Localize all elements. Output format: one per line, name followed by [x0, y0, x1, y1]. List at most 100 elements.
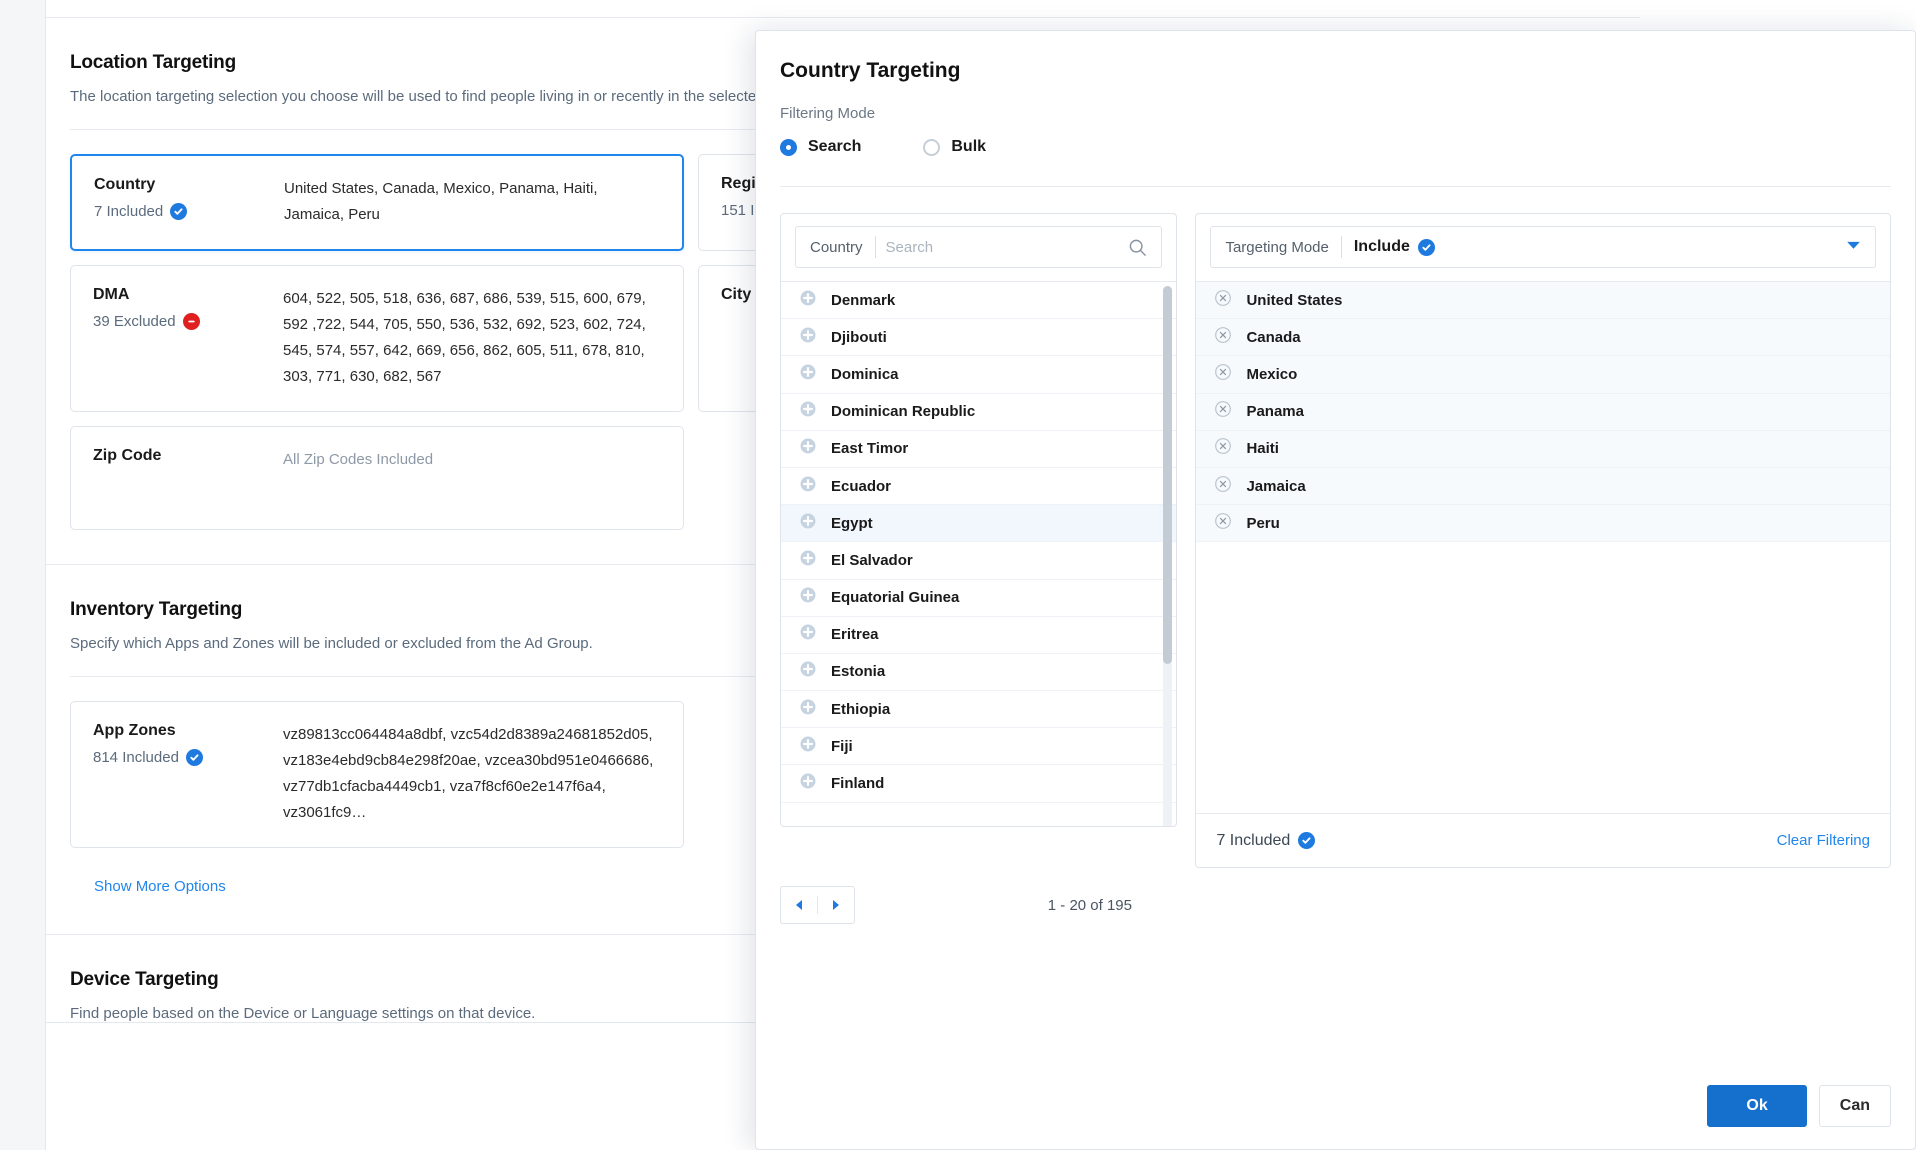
- remove-circle-icon[interactable]: [1214, 475, 1232, 498]
- scrollbar-thumb[interactable]: [1163, 286, 1173, 664]
- targeting-mode-dropdown[interactable]: Targeting Mode Include: [1210, 226, 1876, 268]
- country-card-status: 7 Included: [94, 203, 284, 220]
- selected-country-row[interactable]: Panama: [1196, 393, 1890, 431]
- dma-card[interactable]: DMA 39 Excluded 604, 522, 505, 518, 636,…: [70, 264, 684, 412]
- add-circle-icon[interactable]: [799, 549, 817, 572]
- check-badge-icon: [170, 203, 188, 220]
- zipcode-card-title: Zip Code: [93, 446, 162, 464]
- budget-row: $ 500,000 ∞ $ 20,000,000 ∞: [46, 0, 1640, 17]
- available-country-label: Fiji: [831, 737, 853, 755]
- list-scrollbar[interactable]: [1163, 286, 1173, 826]
- remove-circle-icon[interactable]: [1214, 512, 1232, 535]
- app-zones-card-status: 814 Included: [93, 748, 283, 766]
- available-country-label: Dominica: [831, 365, 899, 383]
- radio-search[interactable]: Search: [780, 138, 861, 156]
- selected-country-label: United States: [1246, 291, 1343, 309]
- add-circle-icon[interactable]: [799, 363, 817, 386]
- country-card-status-text: 7 Included: [94, 203, 164, 220]
- pagination-row: 1 - 20 of 195: [756, 868, 1156, 924]
- available-country-row[interactable]: Estonia: [781, 653, 1177, 692]
- add-circle-icon[interactable]: [799, 586, 817, 609]
- selected-country-label: Haiti: [1246, 440, 1279, 458]
- add-circle-icon[interactable]: [799, 512, 817, 535]
- radio-search-dot[interactable]: [780, 138, 797, 156]
- available-country-label: East Timor: [831, 440, 909, 458]
- add-circle-icon[interactable]: [799, 698, 817, 721]
- search-input[interactable]: [875, 238, 1129, 256]
- selected-country-row[interactable]: Jamaica: [1196, 467, 1890, 506]
- dma-card-title: DMA: [93, 285, 130, 303]
- available-country-row[interactable]: Ecuador: [781, 467, 1177, 506]
- country-card-value: United States, Canada, Mexico, Panama, H…: [284, 180, 598, 224]
- radio-bulk[interactable]: Bulk: [923, 138, 986, 156]
- remove-circle-icon[interactable]: [1214, 289, 1232, 312]
- zipcode-card[interactable]: Zip Code All Zip Codes Included: [70, 425, 684, 530]
- available-country-label: Egypt: [831, 514, 873, 532]
- ok-button[interactable]: Ok: [1707, 1085, 1807, 1127]
- selected-country-label: Peru: [1246, 514, 1280, 532]
- available-country-row[interactable]: Fiji: [781, 728, 1177, 766]
- available-country-row[interactable]: Denmark: [781, 282, 1177, 320]
- remove-circle-icon[interactable]: [1214, 400, 1232, 423]
- add-circle-icon[interactable]: [799, 400, 817, 423]
- selected-country-row[interactable]: Peru: [1196, 505, 1890, 543]
- available-country-label: Djibouti: [831, 328, 887, 346]
- add-circle-icon[interactable]: [799, 623, 817, 646]
- country-card[interactable]: Country 7 Included United States, Canada…: [70, 154, 684, 251]
- chevron-right-icon[interactable]: [818, 887, 854, 923]
- selected-country-row[interactable]: Mexico: [1196, 356, 1890, 394]
- available-countries-list[interactable]: Denmark Djibouti Dominica Dominican Republi…: [781, 282, 1177, 826]
- dma-card-status-text: 39 Excluded: [93, 312, 176, 330]
- radio-bulk-label: Bulk: [951, 138, 987, 155]
- available-country-row[interactable]: Djibouti: [781, 319, 1177, 357]
- targeting-mode-row: Targeting Mode Include: [1196, 214, 1890, 282]
- available-country-label: El Salvador: [831, 551, 913, 569]
- available-country-row[interactable]: Egypt: [781, 505, 1177, 543]
- available-country-label: Eritrea: [831, 626, 879, 644]
- app-zones-card[interactable]: App Zones 814 Included vz89813cc064484a8…: [70, 700, 684, 848]
- add-circle-icon[interactable]: [799, 326, 817, 349]
- available-country-row[interactable]: Finland: [781, 765, 1177, 803]
- add-circle-icon[interactable]: [799, 289, 817, 312]
- selected-country-row[interactable]: Canada: [1196, 319, 1890, 357]
- check-badge-icon: [185, 748, 203, 766]
- available-country-row[interactable]: El Salvador: [781, 542, 1177, 580]
- zipcode-card-value: All Zip Codes Included: [283, 450, 434, 468]
- show-more-options-link[interactable]: Show More Options: [94, 878, 226, 895]
- search-box[interactable]: Country: [795, 226, 1163, 268]
- remove-circle-icon[interactable]: [1214, 363, 1232, 386]
- selected-countries-list[interactable]: United States Canada Mexico Panama Haiti Jama…: [1196, 282, 1890, 813]
- zipcode-card-left: Zip Code: [93, 447, 283, 509]
- add-circle-icon[interactable]: [799, 437, 817, 460]
- remove-circle-icon[interactable]: [1214, 437, 1232, 460]
- available-country-row[interactable]: East Timor: [781, 430, 1177, 468]
- add-circle-icon[interactable]: [799, 660, 817, 683]
- targeting-mode-value: Include: [1353, 238, 1410, 255]
- filtering-mode-radios: Search Bulk: [756, 122, 1915, 156]
- available-country-row[interactable]: Ethiopia: [781, 691, 1177, 729]
- available-country-row[interactable]: Equatorial Guinea: [781, 579, 1177, 617]
- available-country-label: Ecuador: [831, 477, 892, 495]
- selected-countries-panel: Targeting Mode Include United States Can…: [1195, 213, 1891, 868]
- available-country-row[interactable]: Eritrea: [781, 616, 1177, 654]
- minus-badge-icon: [182, 312, 200, 330]
- available-country-label: Finland: [831, 775, 885, 793]
- available-country-row[interactable]: Dominica: [781, 356, 1177, 394]
- clear-filtering-link[interactable]: Clear Filtering: [1777, 832, 1870, 849]
- cancel-button[interactable]: Can: [1818, 1085, 1891, 1127]
- search-icon[interactable]: [1128, 238, 1161, 257]
- radio-bulk-dot[interactable]: [923, 138, 941, 156]
- available-country-label: Equatorial Guinea: [831, 589, 960, 607]
- add-circle-icon[interactable]: [799, 772, 817, 795]
- country-card-title: Country: [94, 176, 156, 193]
- remove-circle-icon[interactable]: [1214, 326, 1232, 349]
- chevron-left-icon[interactable]: [781, 887, 817, 923]
- available-country-row[interactable]: Dominican Republic: [781, 393, 1177, 431]
- selected-country-row[interactable]: Haiti: [1196, 430, 1890, 468]
- selected-country-row[interactable]: United States: [1196, 282, 1890, 320]
- add-circle-icon[interactable]: [799, 475, 817, 498]
- pagination-info: 1 - 20 of 195: [1047, 896, 1132, 914]
- app-zones-card-value: vz89813cc064484a8dbf, vzc54d2d8389a24681…: [283, 725, 654, 822]
- chevron-down-icon[interactable]: [1846, 241, 1875, 253]
- add-circle-icon[interactable]: [799, 735, 817, 758]
